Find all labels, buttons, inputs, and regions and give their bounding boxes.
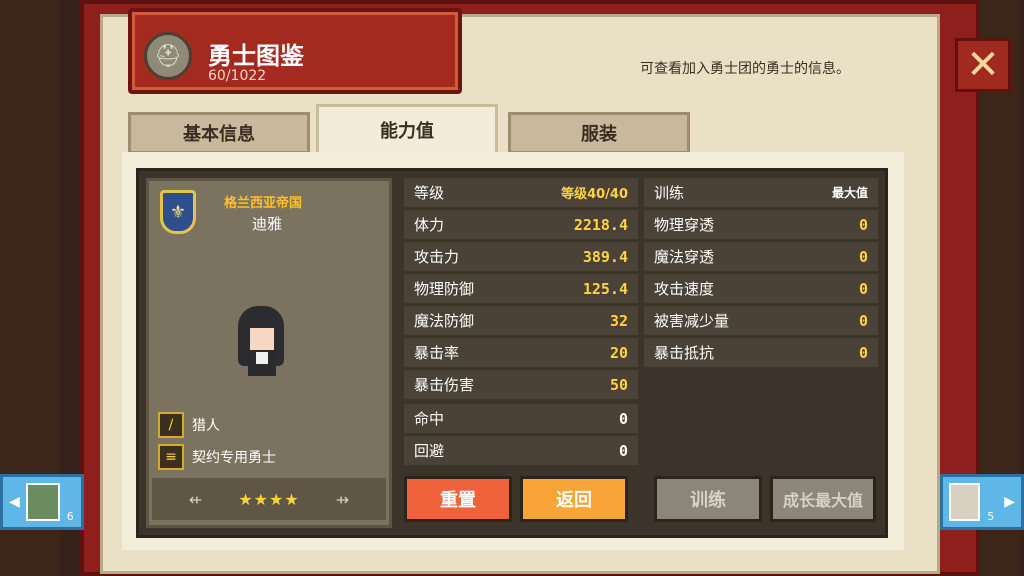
stat-value: 32 [609,311,628,330]
tab-label: 服装 [581,124,617,145]
stat-label: 物理穿透 [654,216,715,234]
tab-basic-info[interactable]: 基本信息 [128,112,310,154]
stat-row-crit-resist: 暴击抵抗 0 [644,338,878,367]
prev-hero-portrait: 6 [25,483,74,523]
bow-icon: / [158,412,184,438]
stat-row-crit-dmg: 暴击伤害 50 [404,370,638,399]
tab-label: 能力值 [380,121,434,142]
next-hero-button[interactable]: 5 ▶ [940,474,1024,530]
stat-value: 0 [858,279,868,298]
hero-count: 60/1022 [208,68,267,84]
star-bar: ⇷ ★★★★ ⇸ [152,478,386,520]
header-plate: ⛑ 勇士图鉴 60/1022 [128,8,462,94]
tab-costume[interactable]: 服装 [508,112,690,154]
page-title: 勇士图鉴 [208,42,304,70]
hero-type-row: ≡ 契约专用勇士 [158,444,276,470]
tab-ability[interactable]: 能力值 [316,104,498,156]
stat-label: 训练 [654,184,685,202]
stat-row-training: 训练 最大值 [644,178,878,207]
stat-row-level: 等级 等级40/40 [404,178,638,207]
stat-row-dmg-reduce: 被害减少量 0 [644,306,878,335]
tab-label: 基本信息 [183,124,255,145]
prev-hero-level: 6 [66,510,74,523]
stat-value: 389.4 [582,247,628,266]
page-description: 可查看加入勇士团的勇士的信息。 [640,61,850,77]
stat-value: 50 [609,375,628,394]
next-hero-portrait: 5 [949,483,994,523]
stat-row-magic-def: 魔法防御 32 [404,306,638,335]
stat-value: 0 [618,441,628,460]
stat-value: 等级40/40 [561,187,628,202]
stat-value: 最大值 [831,186,868,200]
stat-label: 魔法穿透 [654,248,715,266]
hero-name: 迪雅 [252,215,283,233]
stat-label: 回避 [414,442,445,460]
hero-empire: 格兰西亚帝国 [224,196,303,211]
hero-type: 契约专用勇士 [192,450,276,466]
star-rating: ★★★★ [238,489,300,509]
stat-label: 暴击率 [414,344,460,362]
growth-max-button[interactable]: 成长最大值 [770,476,876,522]
helmet-icon: ⛑ [144,32,192,80]
button-label: 成长最大值 [782,491,863,510]
hero-class-row: / 猎人 [158,412,220,438]
stat-row-evade: 回避 0 [404,436,638,465]
button-label: 返回 [556,490,592,511]
emblem-icon: ⚜ [160,190,196,234]
stat-label: 体力 [414,216,445,234]
stat-row-hit: 命中 0 [404,404,638,433]
prev-hero-button[interactable]: ◀ 6 [0,474,84,530]
train-button[interactable]: 训练 [654,476,762,522]
stat-label: 命中 [414,410,445,428]
stat-value: 20 [609,343,628,362]
button-label: 训练 [690,490,726,511]
stat-label: 被害减少量 [654,312,730,330]
stat-label: 暴击伤害 [414,376,475,394]
chevron-right-icon: ▶ [1004,494,1015,510]
left-arrow-icon[interactable]: ⇷ [189,490,202,509]
close-button[interactable]: ✕ [955,38,1011,92]
stat-value: 125.4 [582,279,628,298]
hero-class: 猎人 [192,418,220,434]
stat-row-magic-pen: 魔法穿透 0 [644,242,878,271]
stat-row-attack: 攻击力 389.4 [404,242,638,271]
stat-row-phys-def: 物理防御 125.4 [404,274,638,303]
stat-row-atk-speed: 攻击速度 0 [644,274,878,303]
stat-label: 物理防御 [414,280,475,298]
stat-label: 魔法防御 [414,312,475,330]
chevron-left-icon: ◀ [9,494,20,510]
right-arrow-icon[interactable]: ⇸ [336,490,349,509]
reset-button[interactable]: 重置 [404,476,512,522]
stat-value: 0 [858,343,868,362]
back-button[interactable]: 返回 [520,476,628,522]
stat-label: 等级 [414,184,445,202]
stat-label: 攻击力 [414,248,460,266]
stat-value: 2218.4 [573,215,628,234]
stat-value: 0 [618,409,628,428]
stat-value: 0 [858,247,868,266]
button-label: 重置 [440,490,476,511]
stat-row-hp: 体力 2218.4 [404,210,638,239]
scroll-icon: ≡ [158,444,184,470]
hero-sprite [234,306,288,382]
stat-label: 攻击速度 [654,280,715,298]
next-hero-level: 5 [987,510,995,523]
stat-label: 暴击抵抗 [654,344,715,362]
stat-value: 0 [858,215,868,234]
stat-row-crit-rate: 暴击率 20 [404,338,638,367]
stat-value: 0 [858,311,868,330]
stat-row-phys-pen: 物理穿透 0 [644,210,878,239]
close-icon: ✕ [966,42,1000,88]
